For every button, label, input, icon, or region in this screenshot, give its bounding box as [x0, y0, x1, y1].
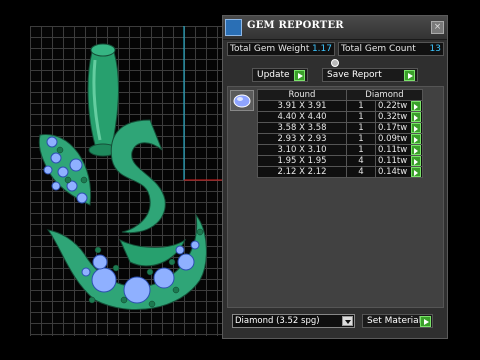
gem-count-cell: 1 [346, 144, 376, 156]
gem-size-cell: 4.40 X 4.40 [257, 111, 347, 123]
total-gem-count: Total Gem Count 13 [338, 42, 444, 56]
gem-weight-cell-text: 0.17tw [378, 123, 408, 133]
table-row[interactable]: 3.58 X 3.58 1 0.17tw [257, 122, 423, 134]
set-material-button-label: Set Material [367, 316, 422, 326]
gem-size-cell-text: 2.12 X 2.12 [277, 167, 327, 177]
material-dropdown[interactable]: Diamond (3.52 spg) [232, 314, 355, 328]
gem-count-cell-text: 1 [358, 123, 364, 133]
gem-weight-cell: 0.11tw [375, 144, 423, 156]
gem-count-cell: 4 [346, 166, 376, 178]
gem-weight-cell: 0.09tw [375, 133, 423, 145]
gem-weight-cell-text: 0.14tw [378, 167, 408, 177]
gem-weight-cell: 0.22tw [375, 100, 423, 112]
gem-app-icon [225, 19, 242, 36]
green-arrow-icon[interactable] [411, 112, 421, 122]
gem-count-cell-text: 4 [358, 156, 364, 166]
window-titlebar[interactable]: GEM REPORTER × [223, 16, 447, 40]
green-arrow-icon [294, 70, 305, 81]
total-gem-weight-label: Total Gem Weight [230, 44, 310, 54]
gem-size-cell: 2.93 X 2.93 [257, 133, 347, 145]
gem-size-cell: 2.12 X 2.12 [257, 166, 347, 178]
table-row[interactable]: 4.40 X 4.40 1 0.32tw [257, 111, 423, 123]
gem-weight-cell-text: 0.11tw [378, 145, 408, 155]
gem-size-cell-text: 1.95 X 1.95 [277, 156, 327, 166]
total-gem-count-label: Total Gem Count [341, 44, 416, 54]
total-gem-count-value: 13 [429, 44, 441, 54]
table-row[interactable]: 1.95 X 1.95 4 0.11tw [257, 155, 423, 167]
material-dropdown-value: Diamond (3.52 spg) [235, 316, 320, 326]
column-header-material: Diamond [346, 89, 423, 101]
chevron-down-icon[interactable] [342, 316, 353, 326]
gem-table: Round Diamond 3.91 X 3.91 1 0.22tw 4.40 X 4… [257, 89, 423, 178]
pendant-upper-swirl [110, 119, 166, 234]
set-material-button[interactable]: Set Material [362, 314, 433, 328]
gem-size-cell-text: 2.93 X 2.93 [277, 134, 327, 144]
gem-count-cell-text: 1 [358, 101, 364, 111]
gem-count-cell: 1 [346, 133, 376, 145]
gem-weight-cell-text: 0.11tw [378, 156, 408, 166]
save-report-button[interactable]: Save Report [322, 68, 418, 82]
green-arrow-icon[interactable] [411, 123, 421, 133]
update-button-label: Update [257, 70, 290, 80]
table-row[interactable]: 2.12 X 2.12 4 0.14tw [257, 166, 423, 178]
gem-weight-cell: 0.11tw [375, 155, 423, 167]
gem-list-panel[interactable]: Round Diamond 3.91 X 3.91 1 0.22tw 4.40 X 4… [227, 86, 444, 308]
table-row[interactable]: 2.93 X 2.93 1 0.09tw [257, 133, 423, 145]
divider-handle[interactable] [331, 59, 339, 67]
table-row[interactable]: 3.91 X 3.91 1 0.22tw [257, 100, 423, 112]
gem-count-cell: 1 [346, 122, 376, 134]
green-arrow-icon [420, 316, 431, 327]
gem-count-cell-text: 4 [358, 167, 364, 177]
gem-weight-cell-text: 0.09tw [378, 134, 408, 144]
green-arrow-icon[interactable] [411, 167, 421, 177]
gem-count-cell-text: 1 [358, 112, 364, 122]
column-header-shape: Round [257, 89, 347, 101]
round-gem-icon[interactable] [230, 90, 254, 111]
gem-count-cell-text: 1 [358, 145, 364, 155]
gem-size-cell-text: 3.91 X 3.91 [277, 101, 327, 111]
green-arrow-icon[interactable] [411, 145, 421, 155]
gem-weight-cell: 0.14tw [375, 166, 423, 178]
gem-size-cell: 1.95 X 1.95 [257, 155, 347, 167]
gem-size-cell-text: 4.40 X 4.40 [277, 112, 327, 122]
gem-count-cell: 4 [346, 155, 376, 167]
gem-size-cell: 3.91 X 3.91 [257, 100, 347, 112]
gem-weight-cell: 0.32tw [375, 111, 423, 123]
total-gem-weight: Total Gem Weight 1.17 [227, 42, 335, 56]
gem-count-cell: 1 [346, 111, 376, 123]
gem-size-cell: 3.10 X 3.10 [257, 144, 347, 156]
gem-size-cell-text: 3.10 X 3.10 [277, 145, 327, 155]
gem-size-cell-text: 3.58 X 3.58 [277, 123, 327, 133]
gem-count-cell-text: 1 [358, 134, 364, 144]
total-gem-weight-value: 1.17 [311, 44, 332, 54]
gem-weight-cell-text: 0.32tw [378, 112, 408, 122]
gem-size-cell: 3.58 X 3.58 [257, 122, 347, 134]
gem-weight-cell: 0.17tw [375, 122, 423, 134]
table-row[interactable]: 3.10 X 3.10 1 0.11tw [257, 144, 423, 156]
pendant-bail [87, 51, 119, 146]
gem-weight-cell-text: 0.22tw [378, 101, 408, 111]
save-report-button-label: Save Report [327, 70, 382, 80]
green-arrow-icon[interactable] [411, 101, 421, 111]
green-arrow-icon [404, 70, 415, 81]
update-button[interactable]: Update [252, 68, 308, 82]
close-icon[interactable]: × [431, 21, 444, 34]
gem-count-cell: 1 [346, 100, 376, 112]
green-arrow-icon[interactable] [411, 156, 421, 166]
gem-reporter-window[interactable]: GEM REPORTER × Total Gem Weight 1.17 Tot… [222, 15, 448, 339]
green-arrow-icon[interactable] [411, 134, 421, 144]
window-title: GEM REPORTER [247, 20, 344, 31]
